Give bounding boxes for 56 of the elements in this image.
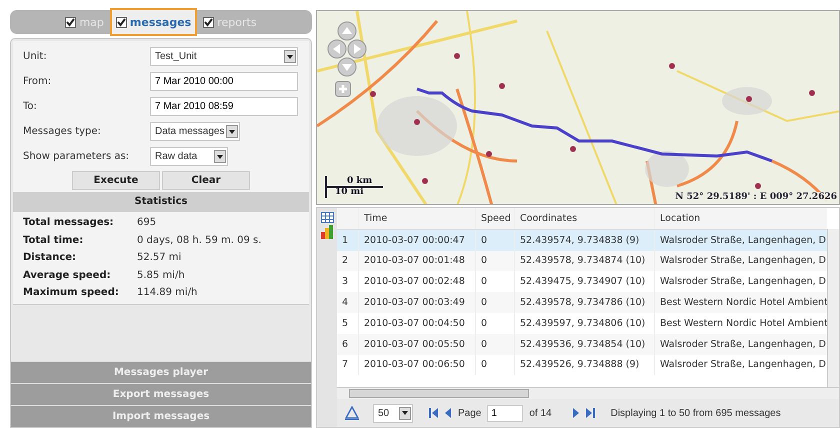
table-row[interactable]: 2 2010-03-07 00:01:48 0 52.439578, 9.734874 (10) Walsroder Straße, Langenhagen, D	[337, 250, 827, 272]
dropdown[interactable]: Test_Unit	[150, 47, 298, 66]
input-field[interactable]: 7 Mar 2010 00:00	[150, 72, 298, 91]
table-cell: 52.439536, 9.734854 (10)	[515, 334, 655, 355]
dropdown[interactable]: Raw data	[150, 147, 228, 166]
column-header[interactable]: Location	[655, 208, 827, 229]
field-label: To:	[23, 101, 38, 112]
tab[interactable]: messages	[112, 10, 196, 34]
page-size-dropdown[interactable]: 50	[373, 404, 413, 422]
coordinates-readout: N 52° 29.5189' : E 009° 27.2626	[673, 192, 839, 202]
stat-label: Average speed:	[23, 270, 112, 281]
page-label: Page	[458, 408, 482, 418]
column-header[interactable]: Speed	[476, 208, 515, 229]
stat-label: Total time:	[23, 234, 84, 246]
button[interactable]: Execute	[72, 171, 160, 190]
table-cell: 0	[476, 354, 515, 376]
table-cell: 52.439578, 9.734874 (10)	[515, 250, 655, 272]
column-header[interactable]: Time	[359, 208, 476, 229]
table-cell: 2010-03-07 00:01:48	[359, 250, 476, 272]
table-cell: 0	[476, 334, 515, 355]
table-cell: 2010-03-07 00:03:49	[359, 292, 476, 313]
table-cell: 52.439526, 9.734888 (9)	[515, 354, 655, 376]
row-number: 4	[337, 292, 359, 313]
button[interactable]: Clear	[162, 171, 250, 190]
column-header[interactable]: Coordinates	[515, 208, 655, 229]
dropdown[interactable]: Data messages	[150, 122, 240, 141]
pager-summary: Displaying 1 to 50 from 695 messages	[610, 408, 781, 418]
stat-value: 114.89 mi/h	[137, 287, 198, 298]
stat-label: Distance:	[23, 252, 78, 264]
field-label: Show parameters as:	[23, 151, 130, 162]
table-cell: 52.439578, 9.734786 (10)	[515, 292, 655, 313]
section-header: Statistics	[13, 192, 309, 212]
stat-label: Maximum speed:	[23, 287, 120, 298]
map[interactable]: 0 km 10 mi N 52° 29.5189' : E 009° 27.2626	[316, 10, 840, 205]
stat-value: 5.85 mi/h	[137, 270, 185, 281]
table-cell: 0	[476, 292, 515, 313]
stat-value: 0 days, 08 h. 59 m. 09 s.	[137, 234, 262, 246]
field-label: Unit:	[23, 51, 48, 62]
row-number: 2	[337, 250, 359, 272]
stat-value: 52.57 mi	[137, 252, 182, 264]
table-cell: 2010-03-07 00:05:50	[359, 334, 476, 355]
table-row[interactable]: 1 2010-03-07 00:00:47 0 52.439574, 9.734838 (9) Walsroder Straße, Langenhagen, D	[337, 230, 827, 251]
table-row[interactable]: 6 2010-03-07 00:05:50 0 52.439536, 9.734854 (10) Walsroder Straße, Langenhagen, D	[337, 334, 827, 355]
field-label: From:	[23, 76, 52, 87]
table-cell: 0	[476, 250, 515, 272]
table-cell: 2010-03-07 00:06:50	[359, 354, 476, 376]
page-count: of 14	[529, 408, 552, 418]
row-number: 7	[337, 354, 359, 376]
field-label: Messages type:	[23, 126, 102, 137]
scale-label: 10 mi	[334, 187, 365, 198]
row-number: 6	[337, 334, 359, 355]
stat-label: Total messages:	[23, 217, 115, 228]
stat-value: 695	[137, 217, 156, 228]
input-field[interactable]: 7 Mar 2010 08:59	[150, 97, 298, 116]
scale-label: 0 km	[346, 176, 374, 187]
page-input[interactable]: 1	[487, 404, 524, 422]
